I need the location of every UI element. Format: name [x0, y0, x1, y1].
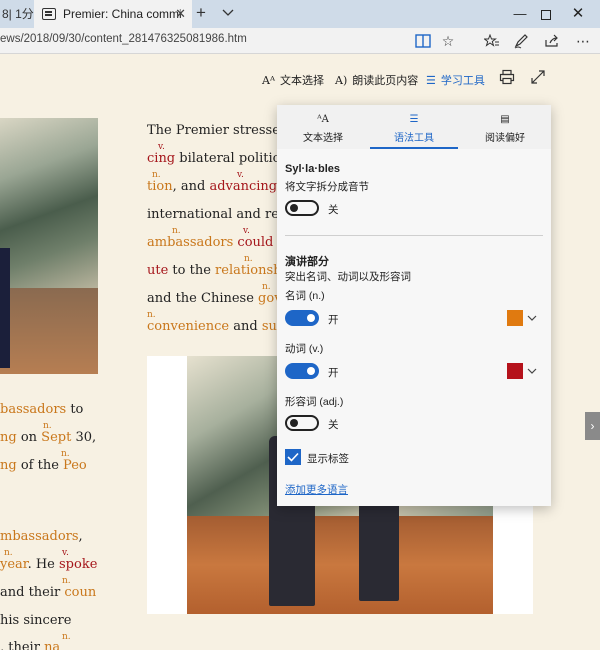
text-size-icon: Aᴬ — [262, 73, 275, 87]
tab-title: Premier: China committ — [63, 7, 181, 21]
next-page-chevron-icon[interactable]: › — [585, 412, 600, 440]
article-line: international and re — [147, 207, 279, 222]
article-line: convenience and su — [147, 319, 277, 334]
article-line: ng of the Peo — [0, 458, 87, 473]
favorites-hub-icon[interactable] — [482, 31, 502, 51]
noun-tag: n. — [62, 632, 71, 642]
divider — [285, 235, 543, 236]
article-line: mbassadors, — [0, 529, 83, 544]
noun-label: 名词 (n.) — [285, 290, 325, 302]
adjective-toggle[interactable] — [285, 415, 319, 431]
tab-bar: 8| 1分 Premier: China committ ✕ + — ✕ — [0, 0, 600, 28]
close-window-icon[interactable]: ✕ — [556, 0, 600, 28]
noun-color-swatch[interactable] — [507, 310, 523, 326]
show-labels-checkbox[interactable] — [285, 449, 301, 465]
learning-tools-button[interactable]: ☰ 学习工具 — [426, 72, 485, 88]
tab-text-options[interactable]: ᴬA 文本选择 — [279, 105, 367, 149]
learning-tools-label: 学习工具 — [440, 75, 485, 87]
parts-of-speech-title: 演讲部分 — [285, 256, 329, 268]
chevron-down-icon[interactable] — [527, 363, 537, 379]
reading-view-icon — [42, 8, 56, 20]
learning-tools-icon: ☰ — [426, 73, 436, 87]
reader-toolbar: Aᴬ 文本选择 A) 朗读此页内容 ☰ 学习工具 — [0, 54, 600, 104]
article-line: tion, and advancing — [147, 179, 278, 194]
add-more-languages-link[interactable]: 添加更多语言 — [285, 482, 348, 497]
text-options-button[interactable]: Aᴬ 文本选择 — [262, 72, 324, 88]
adjective-label: 形容词 (adj.) — [285, 396, 344, 408]
syllables-title: Syl·la·bles — [285, 163, 341, 175]
verb-label: 动词 (v.) — [285, 343, 324, 355]
article-line: and their coun — [0, 585, 97, 600]
close-tab-icon[interactable]: ✕ — [175, 6, 186, 22]
tab-previous[interactable]: 8| 1分 — [0, 0, 34, 28]
article-line: year. He spoke — [0, 557, 98, 572]
tab-reading-preferences[interactable]: ▤ 阅读偏好 — [461, 105, 549, 149]
pen-icon[interactable] — [511, 31, 531, 51]
panel-body: Syl·la·bles 将文字拆分成音节 关 演讲部分 突出名词、动词以及形容词… — [277, 149, 551, 506]
url-text[interactable]: ews/2018/09/30/content_281476325081986.h… — [0, 33, 247, 45]
chevron-down-icon[interactable] — [527, 310, 537, 326]
article-line: cing bilateral politic — [147, 151, 280, 166]
new-tab-icon[interactable]: + — [196, 4, 206, 22]
left-photo — [0, 118, 98, 374]
print-icon[interactable] — [499, 69, 515, 85]
address-bar: ews/2018/09/30/content_281476325081986.h… — [0, 28, 600, 54]
fullscreen-icon[interactable] — [530, 69, 546, 85]
read-aloud-label: 朗读此页内容 — [352, 75, 419, 87]
verb-toggle[interactable] — [285, 363, 319, 379]
read-aloud-button[interactable]: A) 朗读此页内容 — [335, 72, 418, 88]
read-aloud-icon: A) — [335, 73, 348, 87]
syllables-description: 将文字拆分成音节 — [285, 181, 369, 193]
reading-preferences-icon: ▤ — [500, 114, 510, 125]
verb-state: 开 — [328, 367, 339, 379]
parts-of-speech-description: 突出名词、动词以及形容词 — [285, 271, 411, 283]
reading-view-book-icon[interactable] — [413, 31, 433, 51]
noun-state: 开 — [328, 314, 339, 326]
chevron-down-icon[interactable] — [221, 7, 235, 19]
grammar-tools-icon: ☰ — [409, 114, 419, 125]
share-icon[interactable] — [542, 31, 562, 51]
syllables-toggle[interactable] — [285, 200, 319, 216]
article-line: bassadors to — [0, 402, 84, 417]
learning-tools-panel: ᴬA 文本选择 ☰ 语法工具 ▤ 阅读偏好 Syl·la·bles 将文字拆分成… — [277, 105, 551, 506]
text-options-label: 文本选择 — [279, 75, 324, 87]
verb-color-swatch[interactable] — [507, 363, 523, 379]
show-labels-label: 显示标签 — [307, 453, 349, 465]
more-menu-icon[interactable]: ⋯ — [573, 31, 593, 51]
article-line: ng on Sept 30, — [0, 430, 97, 445]
adjective-state: 关 — [328, 419, 339, 431]
article-line: ambassadors could — [147, 235, 274, 250]
article-line: ute to the relationsh — [147, 263, 282, 278]
syllables-state: 关 — [328, 204, 339, 216]
article-line: , their na — [0, 640, 61, 650]
tab-active[interactable]: Premier: China committ ✕ — [34, 0, 192, 28]
favorite-star-icon[interactable]: ☆ — [438, 31, 458, 51]
article-line: his sincere — [0, 613, 72, 628]
text-size-icon: ᴬA — [317, 114, 329, 125]
article-line: The Premier stresse — [147, 123, 280, 138]
panel-tabs: ᴬA 文本选择 ☰ 语法工具 ▤ 阅读偏好 — [277, 105, 551, 149]
article-line: and the Chinese gov — [147, 291, 282, 306]
tab-grammar-tools[interactable]: ☰ 语法工具 — [370, 105, 458, 149]
noun-toggle[interactable] — [285, 310, 319, 326]
